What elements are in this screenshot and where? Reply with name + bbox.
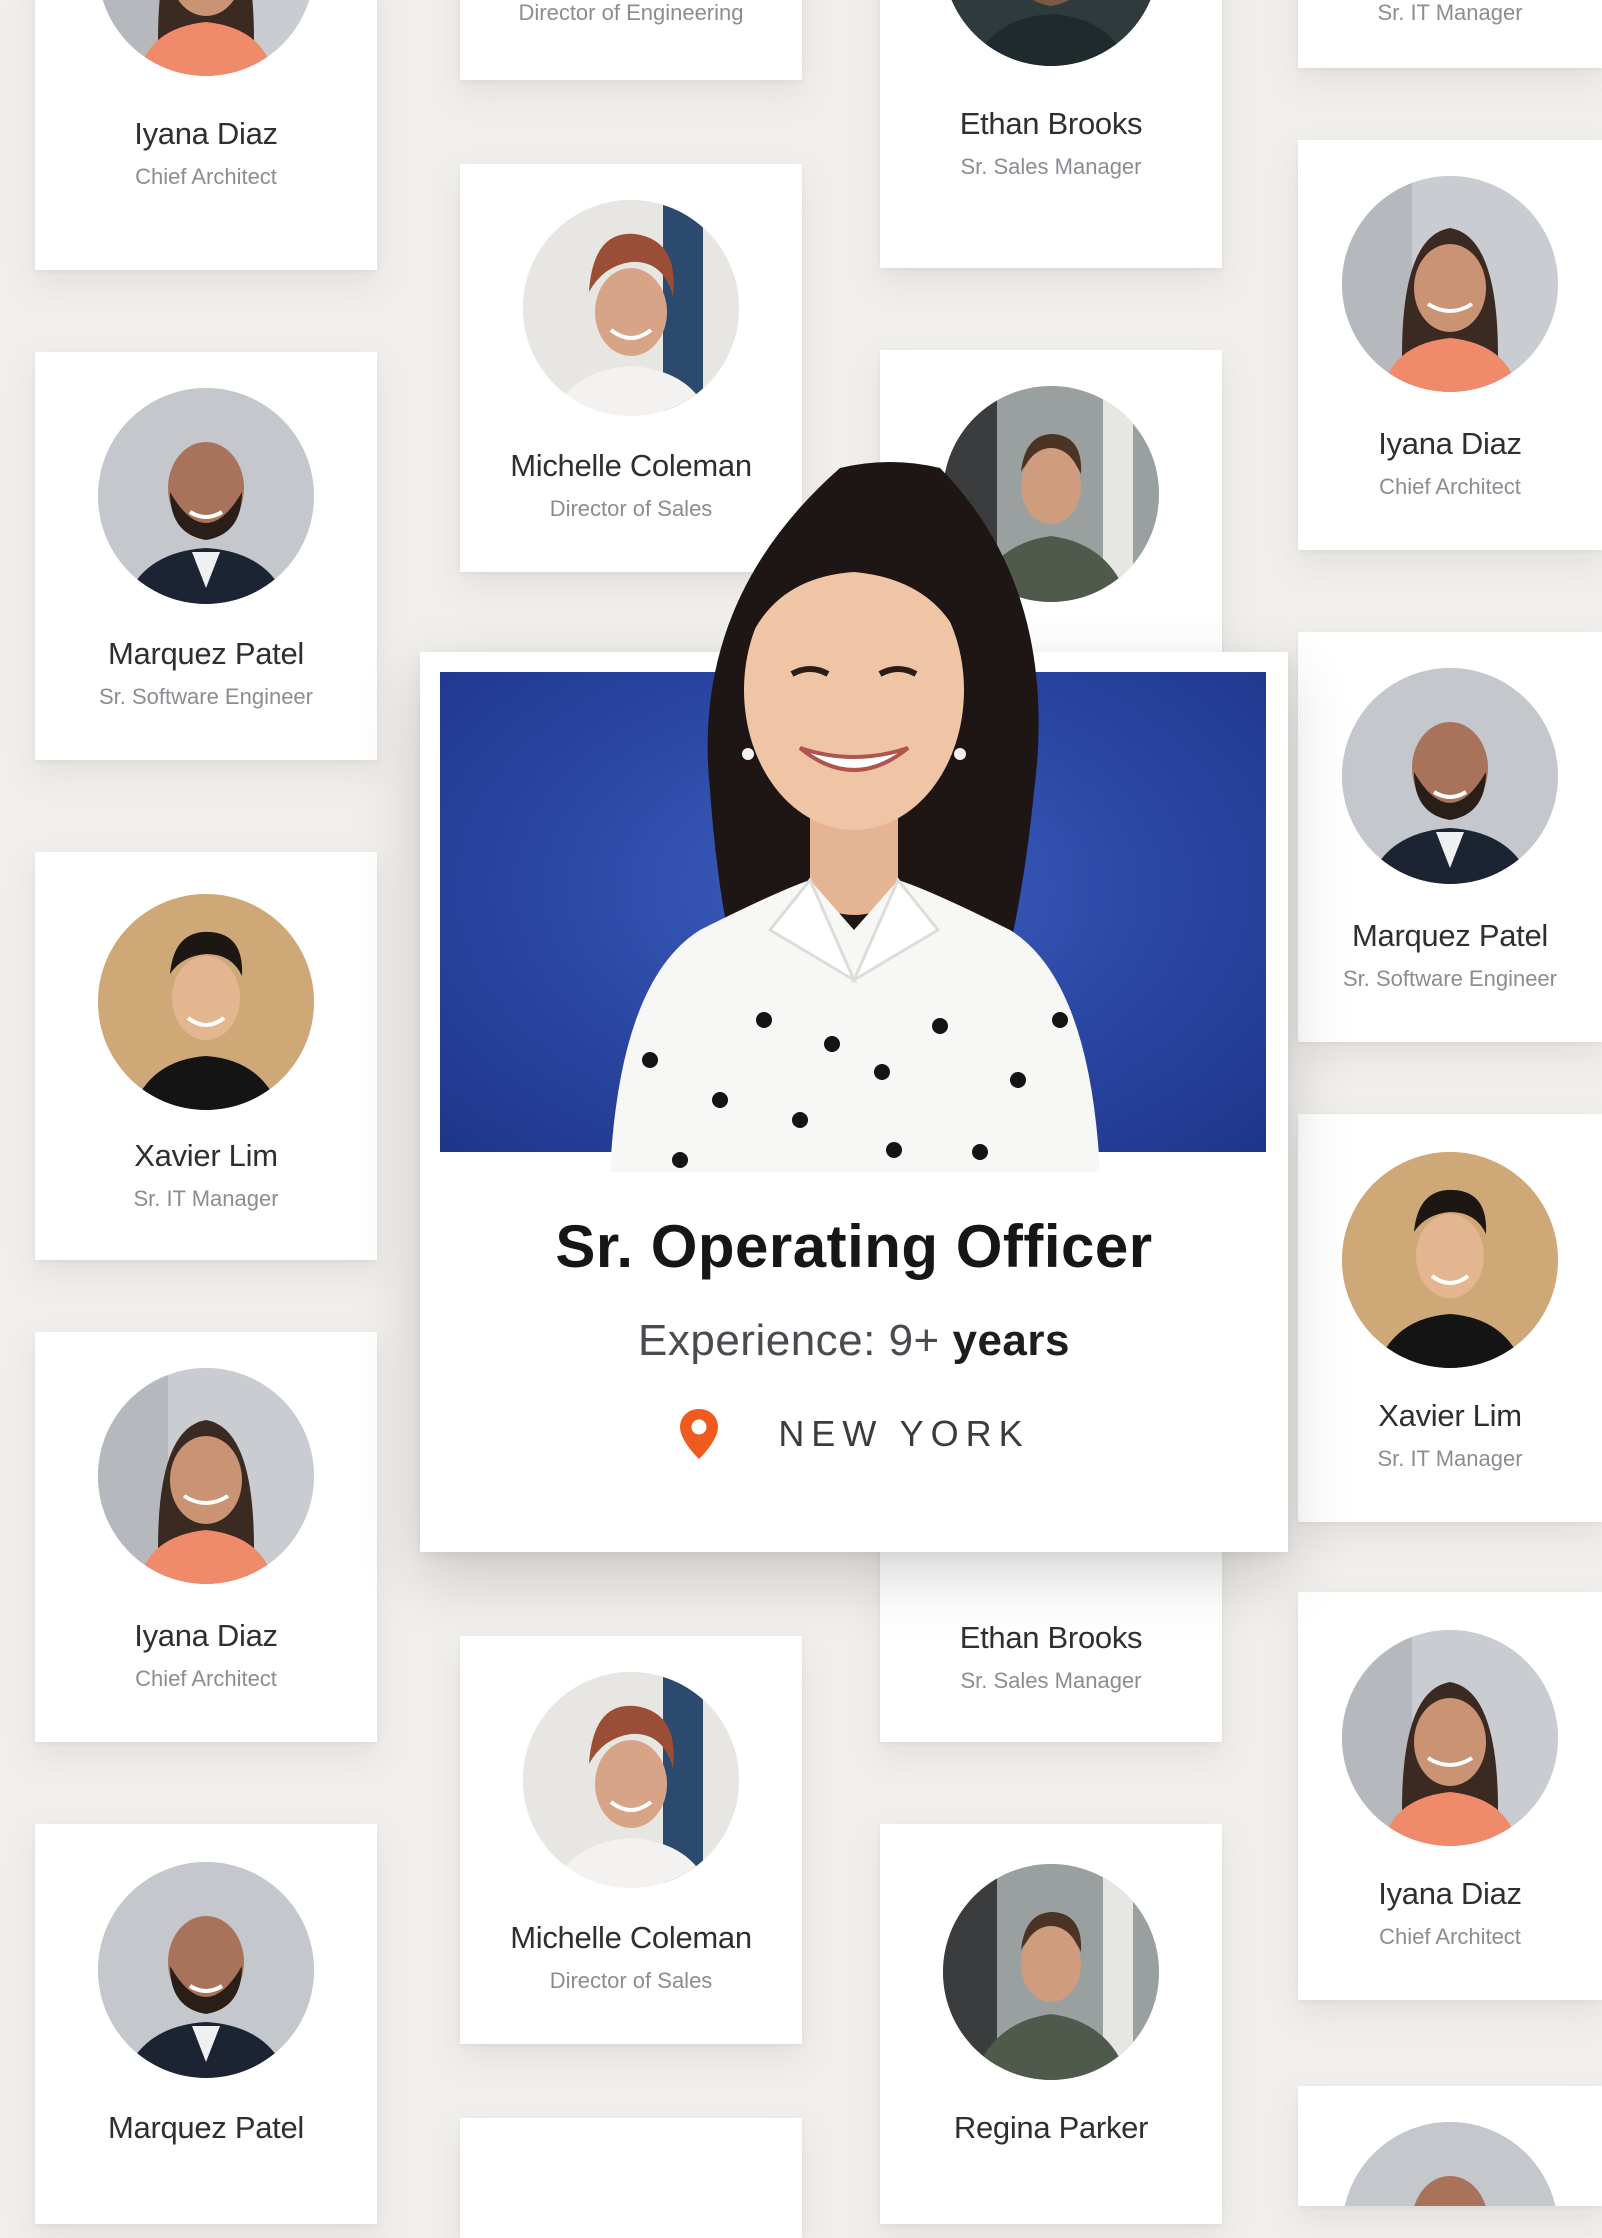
location-row: NEW YORK [420,1404,1288,1464]
card-role: Chief Architect [135,1666,277,1691]
card-name: Xavier Lim [134,1138,278,1173]
card-name: Iyana Diaz [1378,426,1522,461]
avatar [523,1672,739,1888]
avatar [1342,2122,1558,2206]
card-name: Marquez Patel [108,2110,304,2145]
card-name: Iyana Diaz [1378,1876,1522,1911]
team-card[interactable] [460,2118,802,2238]
team-card[interactable]: Marquez Patel Sr. Software Engineer [35,352,377,760]
avatar [98,0,314,76]
team-card[interactable]: Ethan Brooks Sr. Sales Manager [880,0,1222,268]
location-text: NEW YORK [778,1413,1030,1454]
avatar [943,386,1159,602]
card-name: Michelle Coleman [510,1920,752,1955]
avatar [98,1862,314,2078]
team-card[interactable]: Iyana Diaz Chief Architect [1298,140,1602,550]
avatar [1342,1152,1558,1368]
team-card[interactable]: Regina Parker [880,1824,1222,2224]
team-card[interactable]: Xavier Lim Sr. IT Manager [1298,1114,1602,1522]
card-role: Sr. IT Manager [1377,1446,1523,1471]
team-card[interactable]: Sr. IT Manager [1298,0,1602,68]
card-name: Iyana Diaz [134,1618,278,1653]
team-card[interactable]: Michelle Coleman Director of Sales [460,1636,802,2044]
card-role: Sr. IT Manager [1377,0,1523,25]
team-card[interactable] [1298,2086,1602,2206]
team-card[interactable] [880,350,1222,660]
avatar [98,1368,314,1584]
experience-label: Experience: 9+ [638,1316,940,1365]
avatar [943,0,1159,66]
avatar [1342,668,1558,884]
map-pin-icon [680,1409,719,1459]
card-role: Sr. Sales Manager [960,1668,1142,1693]
team-card[interactable]: Director of Engineering [460,0,802,80]
team-card[interactable]: Michelle Coleman Director of Sales [460,164,802,572]
card-name: Iyana Diaz [134,116,278,151]
avatar [943,1864,1159,2080]
team-card[interactable]: Iyana Diaz Chief Architect [35,1332,377,1742]
card-name: Ethan Brooks [959,1620,1143,1655]
card-role: Sr. Software Engineer [98,684,313,709]
team-card[interactable]: Marquez Patel Sr. Software Engineer [1298,632,1602,1042]
avatar [98,388,314,604]
card-role: Sr. Software Engineer [1342,966,1557,991]
card-role: Director of Sales [549,496,713,521]
experience-unit: years [952,1316,1070,1365]
team-card[interactable]: Iyana Diaz Chief Architect [35,0,377,270]
avatar [1342,1630,1558,1846]
team-card[interactable]: Marquez Patel [35,1824,377,2224]
card-name: Ethan Brooks [959,106,1143,141]
card-name: Marquez Patel [108,636,304,671]
avatar [523,200,739,416]
card-role: Director of Engineering [518,0,744,25]
profile-photo-background [440,672,1266,1152]
card-role: Chief Architect [1379,1924,1521,1949]
card-name: Regina Parker [953,2110,1149,2145]
experience-text: Experience: 9+ years [420,1316,1288,1366]
card-role: Director of Sales [549,1968,713,1993]
card-role: Chief Architect [135,164,277,189]
avatar [98,894,314,1110]
card-role: Sr. Sales Manager [960,154,1142,179]
card-role: Chief Architect [1379,474,1521,499]
team-card[interactable]: Iyana Diaz Chief Architect [1298,1592,1602,2000]
card-role: Sr. IT Manager [133,1186,279,1211]
avatar [1342,176,1558,392]
card-name: Xavier Lim [1378,1398,1522,1433]
team-card[interactable]: Xavier Lim Sr. IT Manager [35,852,377,1260]
card-name: Marquez Patel [1352,918,1548,953]
featured-title: Sr. Operating Officer [555,1213,1153,1280]
featured-profile-card[interactable]: Sr. Operating Officer Experience: 9+ yea… [420,652,1288,1552]
card-name: Michelle Coleman [510,448,752,483]
